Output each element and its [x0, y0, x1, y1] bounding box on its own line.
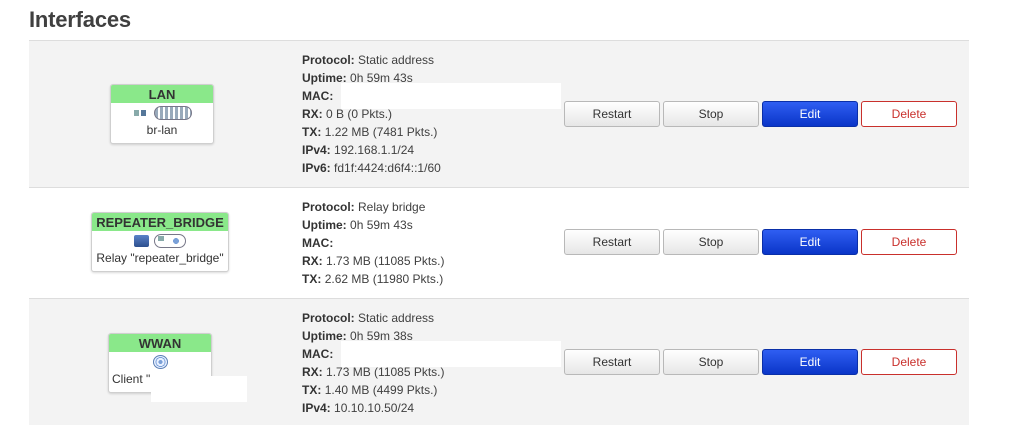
stop-button-repeater-bridge[interactable]: Stop	[663, 229, 759, 255]
interface-status-repeater-bridge: Protocol: Relay bridge Uptime: 0h 59m 43…	[302, 198, 445, 288]
redaction-mask	[341, 83, 561, 109]
mac-label: MAC:	[302, 89, 334, 103]
rx-value: 1.73 MB (11085 Pkts.)	[326, 365, 445, 379]
protocol-line: Protocol: Static address	[302, 309, 445, 327]
edit-button-wwan[interactable]: Edit	[762, 349, 858, 375]
rx-label: RX:	[302, 107, 323, 121]
protocol-line: Protocol: Relay bridge	[302, 198, 445, 216]
interface-device: br-lan	[146, 123, 178, 137]
restart-button-repeater-bridge[interactable]: Restart	[564, 229, 660, 255]
rx-label: RX:	[302, 365, 323, 379]
redaction-mask	[151, 376, 247, 402]
tx-value: 1.22 MB (7481 Pkts.)	[324, 125, 438, 139]
interface-icons	[111, 106, 213, 122]
tx-label: TX:	[302, 383, 322, 397]
network-icon	[133, 235, 149, 247]
ipv4-label: IPv4:	[302, 143, 331, 157]
interface-device: Relay "repeater_bridge"	[96, 251, 224, 265]
tx-value: 1.40 MB (4499 Pkts.)	[324, 383, 438, 397]
mac-line: MAC:	[302, 234, 445, 252]
wifi-icon	[152, 355, 168, 369]
interface-icons	[92, 234, 228, 250]
delete-button-lan[interactable]: Delete	[861, 101, 957, 127]
interface-name: REPEATER_BRIDGE	[92, 213, 228, 231]
tx-line: TX: 1.22 MB (7481 Pkts.)	[302, 123, 441, 141]
uptime-label: Uptime:	[302, 71, 347, 85]
switch-icon	[132, 107, 149, 119]
ipv6-value: fd1f:4424:d6f4::1/60	[334, 161, 441, 175]
bridge-icon	[153, 106, 192, 120]
restart-button-lan[interactable]: Restart	[564, 101, 660, 127]
redaction-mask	[341, 341, 561, 367]
protocol-value: Static address	[358, 53, 435, 67]
ipv4-line: IPv4: 192.168.1.1/24	[302, 141, 441, 159]
protocol-line: Protocol: Static address	[302, 51, 441, 69]
interface-row-lan: LAN br-lan Protocol: Static address Upti…	[29, 40, 969, 187]
protocol-label: Protocol:	[302, 53, 355, 67]
stop-button-wwan[interactable]: Stop	[663, 349, 759, 375]
page-title: Interfaces	[29, 7, 131, 32]
ipv4-value: 192.168.1.1/24	[334, 143, 415, 157]
uptime-label: Uptime:	[302, 329, 347, 343]
tx-label: TX:	[302, 272, 322, 286]
ipv6-label: IPv6:	[302, 161, 331, 175]
interface-row-wwan: WWAN Client " Protocol: Static address U…	[29, 298, 969, 425]
interfaces-table: LAN br-lan Protocol: Static address Upti…	[29, 40, 969, 425]
ipv4-value: 10.10.10.50/24	[334, 401, 415, 415]
ipv4-line: IPv4: 10.10.10.50/24	[302, 399, 445, 417]
uptime-label: Uptime:	[302, 218, 347, 232]
uptime-value: 0h 59m 43s	[350, 218, 413, 232]
delete-button-wwan[interactable]: Delete	[861, 349, 957, 375]
protocol-label: Protocol:	[302, 200, 355, 214]
interface-icons	[109, 355, 211, 371]
edit-button-lan[interactable]: Edit	[762, 101, 858, 127]
rx-label: RX:	[302, 254, 323, 268]
ipv4-label: IPv4:	[302, 401, 331, 415]
ipv6-line: IPv6: fd1f:4424:d6f4::1/60	[302, 159, 441, 177]
mac-label: MAC:	[302, 347, 334, 361]
stop-button-lan[interactable]: Stop	[663, 101, 759, 127]
interface-row-repeater-bridge: REPEATER_BRIDGE Relay "repeater_bridge" …	[29, 187, 969, 298]
relay-group-icon	[154, 234, 187, 248]
restart-button-wwan[interactable]: Restart	[564, 349, 660, 375]
interface-badge-repeater-bridge: REPEATER_BRIDGE Relay "repeater_bridge"	[91, 212, 229, 272]
tx-line: TX: 2.62 MB (11980 Pkts.)	[302, 270, 445, 288]
protocol-value: Relay bridge	[358, 200, 426, 214]
edit-button-repeater-bridge[interactable]: Edit	[762, 229, 858, 255]
rx-line: RX: 1.73 MB (11085 Pkts.)	[302, 252, 445, 270]
rx-value: 0 B (0 Pkts.)	[326, 107, 393, 121]
protocol-value: Static address	[358, 311, 435, 325]
tx-line: TX: 1.40 MB (4499 Pkts.)	[302, 381, 445, 399]
interface-status-lan: Protocol: Static address Uptime: 0h 59m …	[302, 51, 441, 177]
tx-label: TX:	[302, 125, 322, 139]
interface-name: WWAN	[109, 334, 211, 352]
delete-button-repeater-bridge[interactable]: Delete	[861, 229, 957, 255]
protocol-label: Protocol:	[302, 311, 355, 325]
uptime-line: Uptime: 0h 59m 43s	[302, 216, 445, 234]
interface-badge-lan: LAN br-lan	[110, 84, 214, 144]
interface-name: LAN	[111, 85, 213, 103]
tx-value: 2.62 MB (11980 Pkts.)	[324, 272, 444, 286]
rx-value: 1.73 MB (11085 Pkts.)	[326, 254, 445, 268]
mac-label: MAC:	[302, 236, 334, 250]
